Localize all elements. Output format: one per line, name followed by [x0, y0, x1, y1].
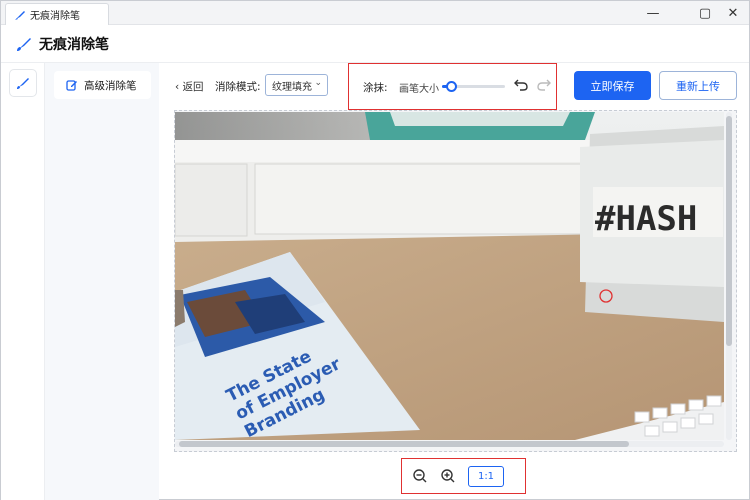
maximize-button[interactable]: ▢	[693, 1, 717, 25]
undo-button[interactable]	[514, 77, 529, 96]
brush-controls-highlight: 涂抹: 画笔大小	[348, 63, 557, 110]
horizontal-scroll-thumb[interactable]	[179, 441, 629, 447]
brush-icon	[15, 10, 25, 20]
zoom-in-button[interactable]	[440, 468, 456, 487]
window-tab[interactable]: 无痕消除笔	[5, 3, 109, 25]
app-header: 无痕消除笔	[1, 25, 749, 63]
zoom-controls-highlight: 1:1	[401, 458, 526, 494]
undo-icon	[514, 79, 528, 91]
title-bar: 无痕消除笔 — ▢ ✕	[1, 1, 749, 25]
back-button[interactable]: ‹ 返回	[175, 79, 204, 94]
zoom-out-button[interactable]	[412, 468, 428, 487]
save-button[interactable]: 立即保存	[574, 71, 651, 100]
slider-thumb[interactable]	[446, 81, 458, 92]
reupload-button[interactable]: 重新上传	[659, 71, 737, 100]
tool-strip	[1, 63, 45, 500]
redo-icon	[537, 79, 551, 91]
sidebar-item-label: 高级消除笔	[84, 79, 137, 92]
redo-button[interactable]	[536, 77, 551, 96]
toolbar: ‹ 返回 消除模式: 纹理填充 ⌄ 涂抹: 画笔大小 立即保存 重新上传	[159, 63, 749, 110]
window-tab-label: 无痕消除笔	[30, 11, 80, 22]
brush-size-slider[interactable]	[442, 81, 505, 92]
lightbox-text: #HASH	[595, 199, 697, 239]
edit-icon	[66, 80, 77, 91]
eraser-tool-button[interactable]	[9, 69, 37, 97]
zoom-ratio-button[interactable]: 1:1	[468, 466, 504, 487]
horizontal-scrollbar[interactable]	[175, 441, 724, 447]
chevron-down-icon: ⌄	[314, 78, 322, 88]
vertical-scrollbar[interactable]	[726, 112, 732, 440]
sidebar-item-advanced-eraser[interactable]: 高级消除笔	[54, 71, 151, 99]
mode-select[interactable]: 纹理填充 ⌄	[265, 74, 328, 96]
zoom-in-icon	[441, 469, 455, 483]
brush-label: 涂抹:	[363, 82, 388, 94]
zoom-out-icon	[413, 469, 427, 483]
photo-image: #HASH The State of Employer Branding	[175, 112, 724, 440]
mode-label: 消除模式:	[215, 81, 261, 93]
brush-icon	[17, 78, 29, 89]
side-panel: 高级消除笔	[45, 63, 159, 500]
image-canvas[interactable]: #HASH The State of Employer Branding	[175, 112, 724, 440]
mode-select-value: 纹理填充	[272, 81, 312, 93]
vertical-scroll-thumb[interactable]	[726, 116, 732, 346]
brush-size-label: 画笔大小	[399, 84, 439, 95]
app-window: 无痕消除笔 — ▢ ✕ 无痕消除笔 高级消除笔 ‹ 返回 消除模式: 纹理填充 …	[0, 0, 750, 500]
minimize-button[interactable]: —	[641, 1, 665, 25]
close-button[interactable]: ✕	[721, 1, 745, 25]
app-logo-icon	[17, 37, 31, 51]
app-title: 无痕消除笔	[39, 36, 109, 53]
